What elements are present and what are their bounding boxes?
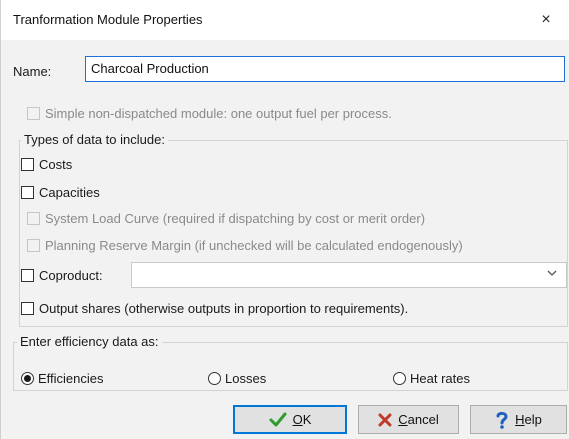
close-icon: × — [541, 11, 551, 28]
efficiency-group-label: Enter efficiency data as: — [17, 334, 162, 349]
chevron-down-icon — [546, 267, 558, 282]
cancel-button[interactable]: Cancel — [358, 405, 459, 434]
coproduct-checkbox[interactable] — [21, 268, 34, 282]
costs-label: Costs — [39, 156, 73, 172]
help-label: Help — [515, 412, 542, 427]
load-curve-checkbox — [27, 211, 40, 225]
x-icon — [378, 413, 392, 427]
coproduct-option[interactable]: Coproduct: — [21, 266, 103, 284]
radio-efficiencies[interactable]: Efficiencies — [21, 369, 104, 387]
properties-dialog: Tranformation Module Properties × Name: … — [0, 0, 569, 439]
close-button[interactable]: × — [523, 0, 569, 40]
question-icon — [495, 411, 509, 429]
simple-module-checkbox — [27, 106, 40, 120]
radio-losses[interactable]: Losses — [208, 369, 266, 387]
radio-heat-rates[interactable]: Heat rates — [393, 369, 470, 387]
types-group-label: Types of data to include: — [21, 132, 168, 147]
radio-efficiencies-button[interactable] — [21, 371, 34, 385]
capacities-checkbox[interactable] — [21, 185, 34, 199]
output-shares-label: Output shares (otherwise outputs in prop… — [39, 300, 409, 316]
output-shares-checkbox[interactable] — [21, 301, 34, 315]
cancel-label: Cancel — [398, 412, 439, 427]
capacities-option[interactable]: Capacities — [21, 183, 100, 201]
reserve-margin-checkbox — [27, 238, 40, 252]
name-field[interactable]: Charcoal Production — [85, 56, 565, 82]
radio-losses-label: Losses — [225, 370, 267, 386]
radio-heat-rates-label: Heat rates — [410, 370, 470, 386]
load-curve-label: System Load Curve (required if dispatchi… — [45, 210, 426, 226]
window-title: Tranformation Module Properties — [13, 12, 203, 27]
radio-efficiencies-label: Efficiencies — [38, 370, 104, 386]
checkmark-icon — [269, 412, 287, 428]
reserve-margin-option: Planning Reserve Margin (if unchecked wi… — [27, 236, 463, 254]
ok-label: OK — [292, 412, 312, 427]
radio-losses-button[interactable] — [208, 371, 221, 385]
help-button[interactable]: Help — [470, 405, 567, 434]
costs-option[interactable]: Costs — [21, 155, 72, 173]
name-label: Name: — [13, 64, 52, 79]
load-curve-option: System Load Curve (required if dispatchi… — [27, 209, 425, 227]
coproduct-label: Coproduct: — [39, 267, 103, 283]
title-bar: Tranformation Module Properties × — [1, 0, 569, 40]
reserve-margin-label: Planning Reserve Margin (if unchecked wi… — [45, 237, 463, 253]
costs-checkbox[interactable] — [21, 157, 34, 171]
simple-module-label: Simple non-dispatched module: one output… — [45, 105, 392, 121]
ok-button[interactable]: OK — [233, 405, 347, 434]
radio-heat-rates-button[interactable] — [393, 371, 406, 385]
simple-module-option: Simple non-dispatched module: one output… — [27, 104, 392, 122]
output-shares-option[interactable]: Output shares (otherwise outputs in prop… — [21, 299, 408, 317]
coproduct-dropdown[interactable] — [131, 262, 567, 288]
capacities-label: Capacities — [39, 184, 100, 200]
